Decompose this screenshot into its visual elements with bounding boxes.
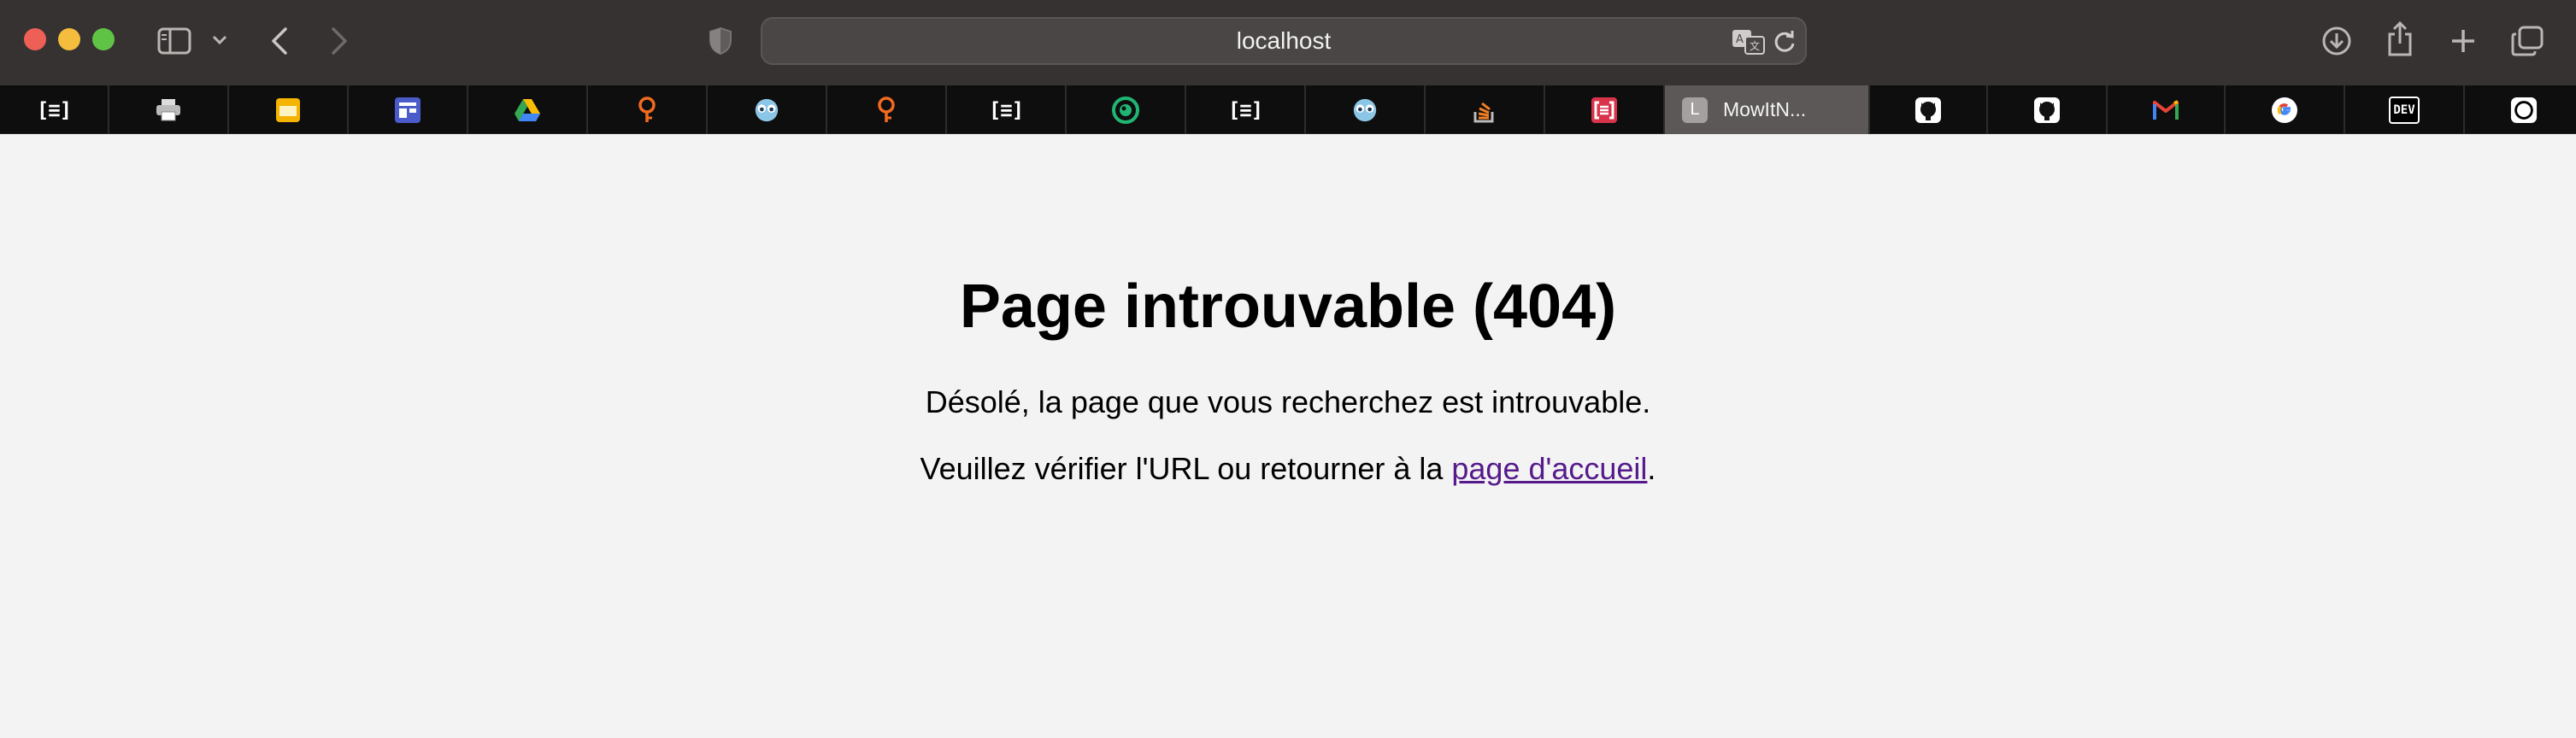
address-text: localhost bbox=[1236, 27, 1332, 54]
tab-3[interactable] bbox=[349, 85, 468, 134]
tab-10[interactable]: [≡] bbox=[1186, 85, 1306, 134]
tab-17[interactable] bbox=[2108, 85, 2226, 134]
page-title: Page introuvable (404) bbox=[959, 272, 1617, 341]
bracket-icon: [≡] bbox=[1227, 97, 1263, 122]
red-bracket-icon bbox=[1591, 97, 1618, 124]
printer-icon bbox=[155, 97, 182, 124]
orange-keyhole-icon bbox=[873, 96, 900, 124]
help-message-text: Veuillez vérifier l'URL ou retourner à l… bbox=[920, 451, 1452, 486]
tab-19[interactable]: DEV bbox=[2345, 85, 2465, 134]
tab-overview-icon[interactable] bbox=[2509, 24, 2545, 58]
letter-l-icon: L bbox=[1682, 97, 1708, 123]
blue-eyes-icon bbox=[753, 97, 780, 124]
tab-9[interactable] bbox=[1067, 85, 1186, 134]
github-icon bbox=[1914, 97, 1942, 124]
sidebar-toggle-icon[interactable] bbox=[156, 26, 193, 56]
address-bar[interactable]: localhost A文 bbox=[761, 17, 1807, 65]
green-circle-icon bbox=[1112, 96, 1139, 124]
back-button[interactable] bbox=[267, 24, 292, 58]
tab-4[interactable] bbox=[468, 85, 588, 134]
help-message: Veuillez vérifier l'URL ou retourner à l… bbox=[0, 451, 2576, 487]
page-content: Page introuvable (404) Désolé, la page q… bbox=[0, 135, 2576, 738]
tab-0[interactable]: [≡] bbox=[0, 85, 109, 134]
stackoverflow-icon bbox=[1471, 97, 1498, 124]
reload-icon[interactable] bbox=[1773, 29, 1797, 59]
tab-6[interactable] bbox=[708, 85, 827, 134]
yellow-window-icon bbox=[274, 97, 302, 124]
svg-text:A: A bbox=[1736, 33, 1744, 46]
home-page-link[interactable]: page d'accueil bbox=[1451, 451, 1647, 486]
tab-14-active[interactable]: L MowItN... bbox=[1665, 85, 1870, 134]
tab-1[interactable] bbox=[109, 85, 229, 134]
zoom-window-button[interactable] bbox=[92, 28, 115, 50]
new-tab-icon[interactable] bbox=[2446, 24, 2480, 58]
tab-13[interactable] bbox=[1545, 85, 1665, 134]
google-drive-icon bbox=[514, 97, 541, 124]
tab-20[interactable] bbox=[2465, 85, 2576, 134]
privacy-shield-icon[interactable] bbox=[706, 24, 735, 58]
chevron-down-icon[interactable] bbox=[209, 29, 231, 51]
tab-12[interactable] bbox=[1426, 85, 1545, 134]
downloads-icon[interactable] bbox=[2320, 24, 2354, 58]
forward-button[interactable] bbox=[326, 24, 352, 58]
orange-keyhole-icon bbox=[633, 96, 661, 124]
bracket-icon: [≡] bbox=[988, 97, 1024, 122]
browser-titlebar: localhost A文 bbox=[0, 0, 2576, 85]
gmail-icon bbox=[2152, 97, 2179, 124]
tab-8[interactable]: [≡] bbox=[947, 85, 1067, 134]
ring-icon bbox=[2510, 97, 2538, 124]
bracket-icon: [≡] bbox=[36, 97, 72, 122]
close-window-button[interactable] bbox=[24, 28, 46, 50]
tab-16[interactable] bbox=[1988, 85, 2108, 134]
minimize-window-button[interactable] bbox=[58, 28, 80, 50]
blue-eyes-icon bbox=[1351, 97, 1379, 124]
translate-icon[interactable]: A文 bbox=[1732, 29, 1766, 59]
tab-11[interactable] bbox=[1306, 85, 1426, 134]
help-message-end: . bbox=[1647, 451, 1656, 486]
active-tab-title: MowItN... bbox=[1723, 98, 1807, 120]
tab-7[interactable] bbox=[827, 85, 947, 134]
tab-5[interactable] bbox=[588, 85, 708, 134]
google-icon bbox=[2271, 97, 2298, 124]
layout-icon bbox=[394, 97, 421, 124]
not-found-message: Désolé, la page que vous recherchez est … bbox=[925, 384, 1651, 419]
tab-18[interactable] bbox=[2226, 85, 2345, 134]
tab-bar: [≡] [≡] [≡] L MowItN... DEV bbox=[0, 85, 2576, 134]
share-icon[interactable] bbox=[2383, 19, 2417, 58]
tab-2[interactable] bbox=[229, 85, 349, 134]
tab-15[interactable] bbox=[1870, 85, 1988, 134]
svg-text:文: 文 bbox=[1750, 39, 1760, 52]
dev-icon: DEV bbox=[2389, 96, 2420, 124]
github-icon bbox=[2033, 97, 2061, 124]
